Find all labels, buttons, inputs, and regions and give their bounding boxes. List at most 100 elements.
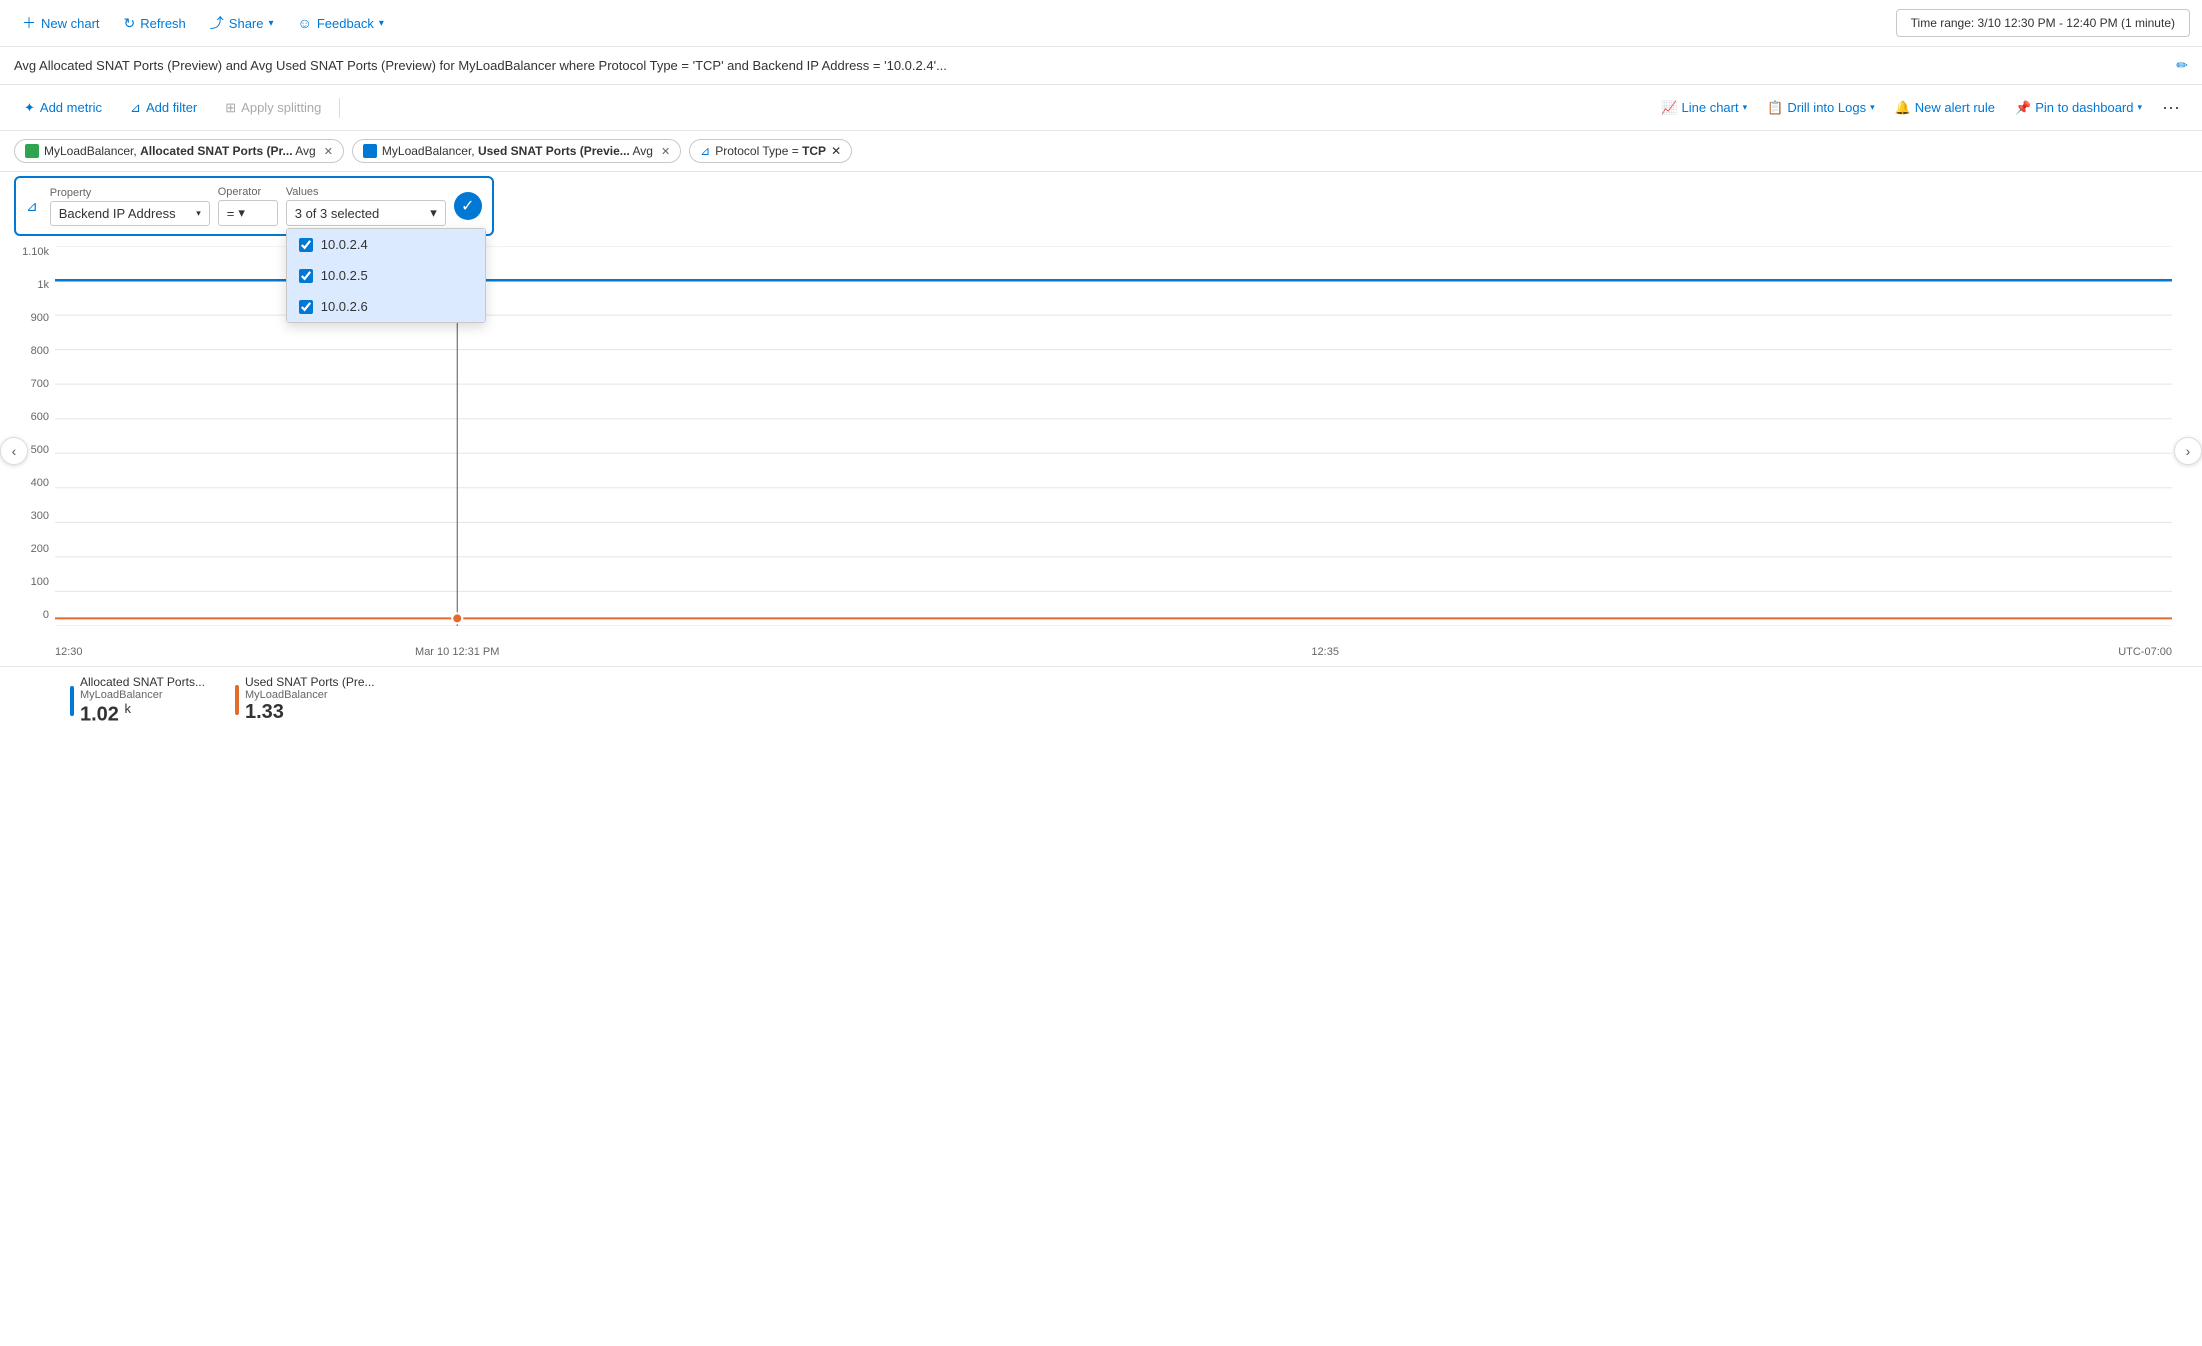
feedback-button[interactable]: ☺ Feedback ▾ — [288, 10, 394, 36]
filter-pill-protocol[interactable]: ⊿ Protocol Type = TCP ✕ — [689, 139, 852, 163]
y-label-10: 200 — [31, 543, 49, 555]
y-label-9: 300 — [31, 510, 49, 522]
x-label-utc: UTC-07:00 — [2118, 646, 2172, 658]
add-metric-icon: ✦ — [24, 100, 35, 116]
dropdown-item-1[interactable]: 10.0.2.4 — [287, 229, 485, 260]
y-label-6: 600 — [31, 411, 49, 423]
filter-panel-icon: ⊿ — [26, 198, 38, 215]
y-label-1: 1.10k — [22, 246, 49, 258]
filter-funnel-icon: ⊿ — [700, 144, 710, 158]
y-label-11: 100 — [31, 576, 49, 588]
metric-pill-2-label: MyLoadBalancer, Used SNAT Ports (Previe.… — [382, 144, 653, 158]
page-title: Avg Allocated SNAT Ports (Preview) and A… — [14, 58, 2168, 73]
filter-panel: ⊿ Property Backend IP Address ▾ Operator… — [14, 176, 494, 236]
feedback-icon: ☺ — [298, 15, 312, 31]
drill-icon: 📋 — [1767, 100, 1783, 116]
y-label-5: 700 — [31, 378, 49, 390]
property-group: Property Backend IP Address ▾ — [50, 187, 210, 226]
new-alert-rule-button[interactable]: 🔔 New alert rule — [1887, 96, 2003, 120]
checkbox-2[interactable] — [299, 269, 313, 283]
dropdown-item-2[interactable]: 10.0.2.5 — [287, 260, 485, 291]
property-label: Property — [50, 187, 210, 199]
legend-value-1: 1.02 k — [80, 701, 205, 727]
filter-pill-text: Protocol Type = TCP — [715, 144, 826, 158]
split-icon: ⊞ — [225, 100, 236, 116]
line-chart-button[interactable]: 📈 Line chart ▾ — [1653, 96, 1755, 120]
new-chart-button[interactable]: ＋ New chart — [12, 8, 110, 38]
add-metric-button[interactable]: ✦ Add metric — [14, 96, 112, 120]
pin-to-dashboard-button[interactable]: 📌 Pin to dashboard ▾ — [2007, 96, 2150, 120]
drill-chevron-icon: ▾ — [1870, 102, 1875, 113]
values-label: Values — [286, 186, 446, 198]
y-label-4: 800 — [31, 345, 49, 357]
line-chart-chevron-icon: ▾ — [1743, 102, 1748, 113]
toolbar-separator — [339, 98, 340, 118]
metric-pill-1-label: MyLoadBalancer, Allocated SNAT Ports (Pr… — [44, 144, 316, 158]
x-label-mid2: 12:35 — [1311, 646, 1339, 658]
plus-icon: ＋ — [22, 13, 36, 33]
edit-icon[interactable]: ✏ — [2176, 57, 2188, 74]
operator-label: Operator — [218, 186, 278, 198]
filter-area: MyLoadBalancer, Allocated SNAT Ports (Pr… — [0, 131, 2202, 172]
values-dropdown: 10.0.2.4 10.0.2.5 10.0.2.6 — [286, 228, 486, 323]
dropdown-item-2-label: 10.0.2.5 — [321, 268, 368, 283]
pin-icon: 📌 — [2015, 100, 2031, 116]
add-filter-button[interactable]: ⊿ Add filter — [120, 96, 207, 120]
metric-pill-2[interactable]: MyLoadBalancer, Used SNAT Ports (Previe.… — [352, 139, 681, 163]
x-label-mid1: Mar 10 12:31 PM — [415, 646, 499, 658]
legend-item-2: Used SNAT Ports (Pre... MyLoadBalancer 1… — [235, 675, 375, 727]
legend-color-1 — [70, 686, 74, 716]
operator-chevron-icon: ▾ — [238, 205, 245, 221]
share-icon: ⤴ — [210, 13, 224, 33]
values-chevron-icon: ▾ — [430, 205, 437, 221]
metrics-toolbar: ✦ Add metric ⊿ Add filter ⊞ Apply splitt… — [0, 85, 2202, 131]
right-tools: 📈 Line chart ▾ 📋 Drill into Logs ▾ 🔔 New… — [1653, 93, 2188, 122]
confirm-filter-button[interactable]: ✓ — [454, 192, 482, 220]
share-button[interactable]: ⤴ Share ▾ — [200, 8, 284, 38]
values-select[interactable]: 3 of 3 selected ▾ — [286, 200, 446, 226]
share-chevron-icon: ▾ — [269, 18, 274, 29]
checkbox-3[interactable] — [299, 300, 313, 314]
values-select-wrapper: 3 of 3 selected ▾ 10.0.2.4 10.0.2.5 — [286, 200, 446, 226]
line-chart-icon: 📈 — [1661, 100, 1677, 116]
legend-sub-1: MyLoadBalancer — [80, 689, 205, 701]
more-options-button[interactable]: ··· — [2154, 93, 2188, 122]
feedback-chevron-icon: ▾ — [379, 18, 384, 29]
legend-color-2 — [235, 685, 239, 715]
filter-panel-wrapper: ⊿ Property Backend IP Address ▾ Operator… — [0, 172, 2202, 236]
x-label-start: 12:30 — [55, 646, 83, 658]
legend-name-1: Allocated SNAT Ports... — [80, 675, 205, 689]
time-range-button[interactable]: Time range: 3/10 12:30 PM - 12:40 PM (1 … — [1896, 9, 2190, 37]
x-axis: 12:30 Mar 10 12:31 PM 12:35 UTC-07:00 — [55, 646, 2172, 658]
filter-pill-close[interactable]: ✕ — [831, 144, 841, 158]
values-group: Values 3 of 3 selected ▾ 10.0.2.4 10.0.2… — [286, 186, 446, 226]
gem-icon-1 — [25, 144, 39, 158]
property-value: Backend IP Address — [59, 206, 176, 221]
property-chevron-icon: ▾ — [196, 208, 201, 219]
y-label-7: 500 — [31, 444, 49, 456]
top-toolbar: ＋ New chart ↻ Refresh ⤴ Share ▾ ☺ Feedba… — [0, 0, 2202, 47]
refresh-button[interactable]: ↻ Refresh — [114, 10, 196, 37]
dropdown-item-1-label: 10.0.2.4 — [321, 237, 368, 252]
add-filter-icon: ⊿ — [130, 100, 141, 116]
dropdown-item-3[interactable]: 10.0.2.6 — [287, 291, 485, 322]
legend-name-2: Used SNAT Ports (Pre... — [245, 675, 375, 689]
alert-icon: 🔔 — [1895, 100, 1911, 116]
metric-pill-1-close[interactable]: ✕ — [324, 145, 333, 158]
operator-value: = — [227, 206, 235, 221]
values-display: 3 of 3 selected — [295, 206, 380, 221]
checkbox-1[interactable] — [299, 238, 313, 252]
y-label-12: 0 — [43, 609, 49, 621]
pin-chevron-icon: ▾ — [2137, 102, 2142, 113]
y-label-3: 900 — [31, 312, 49, 324]
orange-dot — [452, 613, 462, 623]
property-select[interactable]: Backend IP Address ▾ — [50, 201, 210, 226]
apply-splitting-button[interactable]: ⊞ Apply splitting — [215, 96, 331, 120]
legend-sub-2: MyLoadBalancer — [245, 689, 375, 701]
metric-pill-1[interactable]: MyLoadBalancer, Allocated SNAT Ports (Pr… — [14, 139, 344, 163]
y-axis: 1.10k 1k 900 800 700 600 500 400 300 200… — [0, 236, 55, 626]
drill-into-logs-button[interactable]: 📋 Drill into Logs ▾ — [1759, 96, 1882, 120]
operator-select[interactable]: = ▾ — [218, 200, 278, 226]
metric-pill-2-close[interactable]: ✕ — [661, 145, 670, 158]
next-arrow[interactable]: › — [2174, 437, 2202, 465]
